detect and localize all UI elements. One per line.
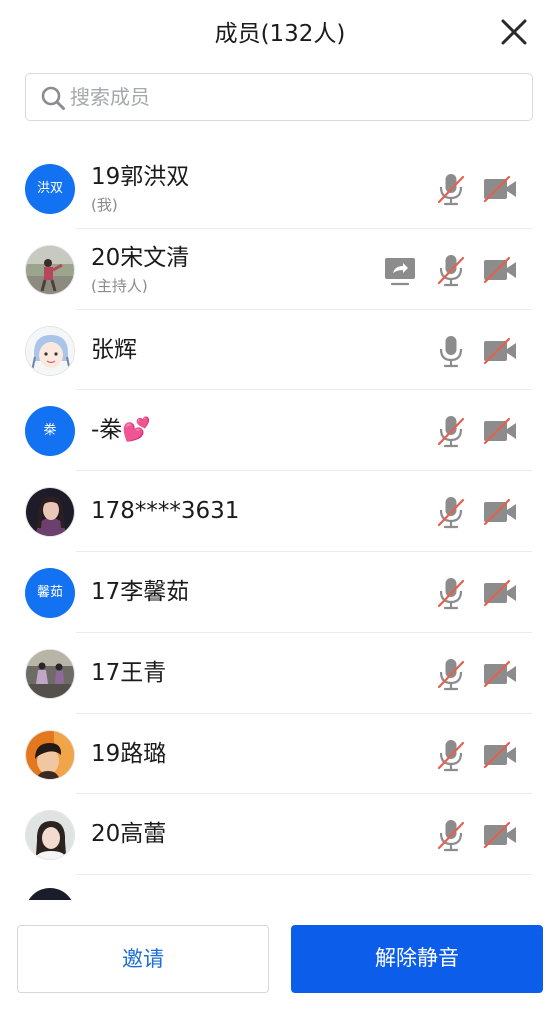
member-name: 178****3631: [91, 498, 240, 525]
camera-off-icon[interactable]: [482, 171, 518, 207]
member-role: (我): [91, 196, 118, 214]
member-list: 洪双 19郭洪双 (我) 20宋文清 (主持人) 张辉 桊 -桊💕 178***…: [0, 148, 560, 900]
search-icon: [41, 86, 65, 110]
member-row[interactable]: 20宋文清 (主持人): [0, 229, 560, 310]
avatar-photo-portrait: [25, 487, 75, 538]
avatar: 馨茹: [25, 567, 75, 618]
close-icon: [501, 19, 527, 45]
search-box[interactable]: [25, 73, 533, 121]
mic-muted-icon[interactable]: [433, 413, 469, 449]
member-name: 19路璐: [91, 740, 167, 767]
avatar-photo-girl: [25, 810, 75, 861]
camera-off-icon[interactable]: [482, 494, 518, 530]
member-row[interactable]: 20高蕾: [0, 794, 560, 876]
avatar: 洪双: [25, 164, 75, 214]
mic-muted-icon[interactable]: [433, 171, 469, 207]
avatar-photo-person-outdoor: [25, 244, 75, 295]
member-name: 19郭洪双: [91, 164, 190, 190]
avatar-photo-dancers: [25, 648, 75, 699]
member-name: 17王青: [91, 659, 167, 686]
page-title: 成员(132人): [214, 21, 346, 47]
camera-off-icon[interactable]: [482, 656, 518, 692]
camera-off-icon[interactable]: [482, 575, 518, 611]
member-role: (主持人): [91, 276, 148, 295]
search-input[interactable]: [70, 74, 520, 119]
mic-muted-icon[interactable]: [433, 252, 469, 288]
mic-muted-icon[interactable]: [433, 575, 469, 611]
camera-off-icon[interactable]: [482, 737, 518, 773]
invite-button[interactable]: 邀请: [17, 925, 269, 993]
member-name: 张辉: [91, 336, 137, 363]
member-row[interactable]: 张辉: [0, 310, 560, 391]
mic-muted-icon[interactable]: [433, 737, 469, 773]
close-button[interactable]: [496, 14, 532, 50]
mic-muted-icon[interactable]: [433, 817, 469, 853]
camera-off-icon[interactable]: [482, 817, 518, 853]
avatar: 桊: [25, 406, 75, 457]
bottom-bar: 邀请 解除静音: [0, 900, 560, 1012]
divider: [76, 874, 532, 876]
member-row[interactable]: 桊 -桊💕: [0, 390, 560, 472]
member-row[interactable]: 17王青: [0, 633, 560, 714]
member-name: 20高蕾: [91, 821, 167, 848]
camera-off-icon[interactable]: [482, 413, 518, 449]
avatar-photo-cartoon-girl: [25, 325, 75, 376]
members-panel: 成员(132人) 洪双 19郭洪双 (我): [0, 0, 560, 1012]
member-name: 17李馨茹: [91, 578, 190, 605]
camera-off-icon[interactable]: [482, 252, 518, 288]
member-name: -桊💕: [91, 417, 151, 444]
mic-muted-icon[interactable]: [433, 494, 469, 530]
screen-share-icon[interactable]: [382, 253, 418, 289]
camera-off-icon[interactable]: [482, 333, 518, 369]
member-row[interactable]: 178****3631: [0, 471, 560, 552]
mic-on-icon[interactable]: [433, 333, 469, 369]
member-row[interactable]: 19路璐: [0, 714, 560, 795]
member-row[interactable]: 馨茹 17李馨茹: [0, 552, 560, 633]
mic-muted-icon[interactable]: [433, 656, 469, 692]
header: 成员(132人): [0, 0, 560, 68]
unmute-all-button[interactable]: 解除静音: [291, 925, 543, 993]
member-row[interactable]: 洪双 19郭洪双 (我): [0, 148, 560, 229]
avatar-photo-boy: [25, 729, 75, 780]
member-name: 20宋文清: [91, 244, 190, 271]
